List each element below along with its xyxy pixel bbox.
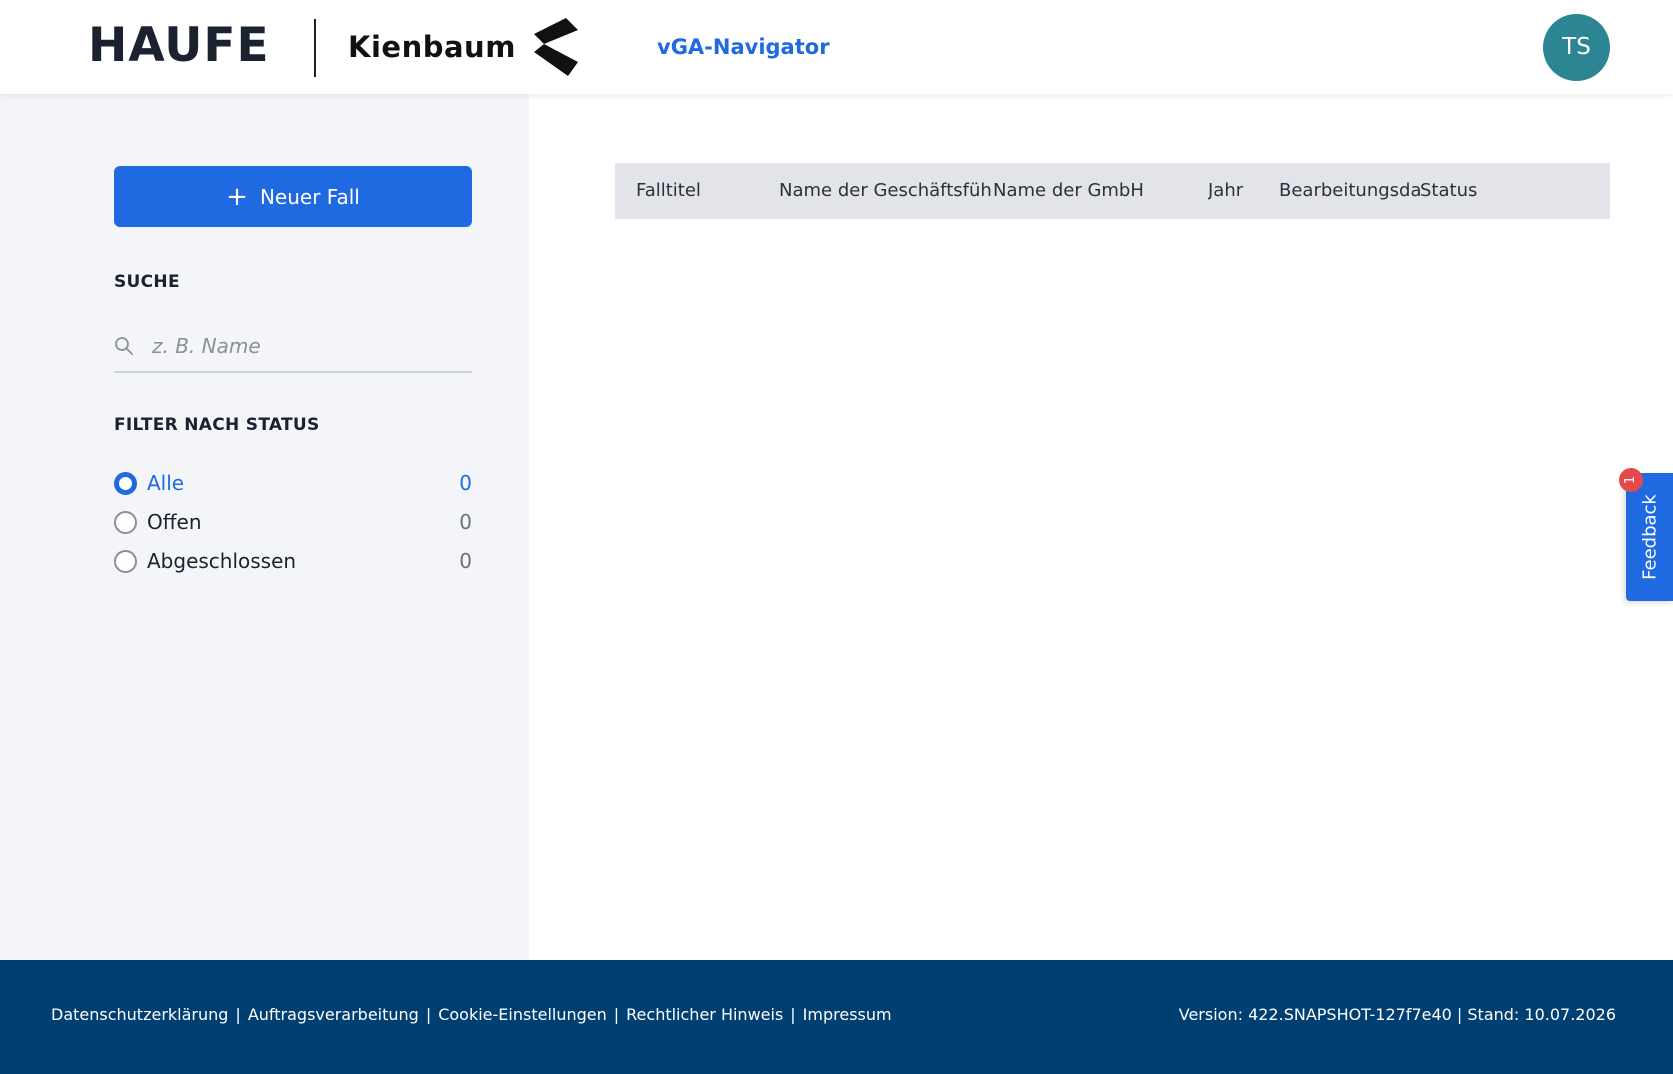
user-avatar[interactable]: TS [1543,14,1610,81]
radio-offen[interactable] [114,510,137,534]
kienbaum-logo[interactable]: Kienbaum [348,28,516,66]
filter-option-alle[interactable]: Alle 0 [114,466,472,500]
footer-link-impressum[interactable]: Impressum [803,1005,892,1024]
new-case-button[interactable]: + Neuer Fall [114,166,472,227]
footer-separator: | [613,1005,620,1024]
footer-link-cookie-einstellungen[interactable]: Cookie-Einstellungen [438,1005,607,1024]
filter-option-abgeschlossen[interactable]: Abgeschlossen 0 [114,544,472,578]
filter-heading: FILTER NACH STATUS [114,415,320,435]
logo-divider [314,19,316,77]
sidebar: + Neuer Fall SUCHE FILTER NACH STATUS Al… [0,94,529,960]
new-case-label: Neuer Fall [259,184,360,209]
filter-count-abgeschlossen: 0 [459,549,472,573]
haufe-logo[interactable]: HAUFE [88,18,270,74]
plus-icon: + [226,181,248,212]
footer-separator: | [425,1005,432,1024]
search-field [114,320,472,373]
filter-label-abgeschlossen: Abgeschlossen [147,549,297,573]
footer-link-auftragsverarbeitung[interactable]: Auftragsverarbeitung [248,1005,419,1024]
version-info: Version: 422.SNAPSHOT-127f7e40 | Stand: … [1178,1005,1616,1024]
footer-link-datenschutz[interactable]: Datenschutzerklärung [51,1005,228,1024]
filter-label-offen: Offen [147,510,202,534]
search-icon [115,337,133,355]
radio-alle[interactable] [114,471,137,495]
cases-table-header: Falltitel Name der Geschäftsführu Name d… [615,163,1610,219]
column-header-jahr[interactable]: Jahr [1208,163,1268,219]
kienbaum-mark-icon [534,18,578,76]
column-header-gmbh[interactable]: Name der GmbH [993,163,1193,219]
filter-option-offen[interactable]: Offen 0 [114,505,472,539]
feedback-label: Feedback [1639,494,1660,580]
radio-abgeschlossen[interactable] [114,549,137,573]
footer: Datenschutzerklärung | Auftragsverarbeit… [0,960,1673,1074]
column-header-falltitel[interactable]: Falltitel [636,163,776,219]
filter-count-alle: 0 [459,471,472,495]
footer-separator: | [790,1005,796,1024]
feedback-badge: 1 [1619,468,1643,492]
app-title[interactable]: vGA-Navigator [657,33,830,61]
search-input[interactable] [152,330,462,362]
top-header: HAUFE Kienbaum vGA-Navigator TS [0,0,1673,94]
search-heading: SUCHE [114,272,180,292]
footer-links: Datenschutzerklärung | Auftragsverarbeit… [51,1005,892,1024]
column-header-bearbeitungsdatum[interactable]: Bearbeitungsdatı [1279,163,1420,219]
filter-count-offen: 0 [459,510,472,534]
column-header-geschaeftsfuehrer[interactable]: Name der Geschäftsführu [779,163,992,219]
feedback-tab[interactable]: Feedback [1626,473,1673,601]
filter-label-alle: Alle [147,471,185,495]
column-header-status[interactable]: Status [1420,163,1520,219]
footer-link-rechtlicher-hinweis[interactable]: Rechtlicher Hinweis [626,1005,783,1024]
footer-separator: | [235,1005,241,1024]
